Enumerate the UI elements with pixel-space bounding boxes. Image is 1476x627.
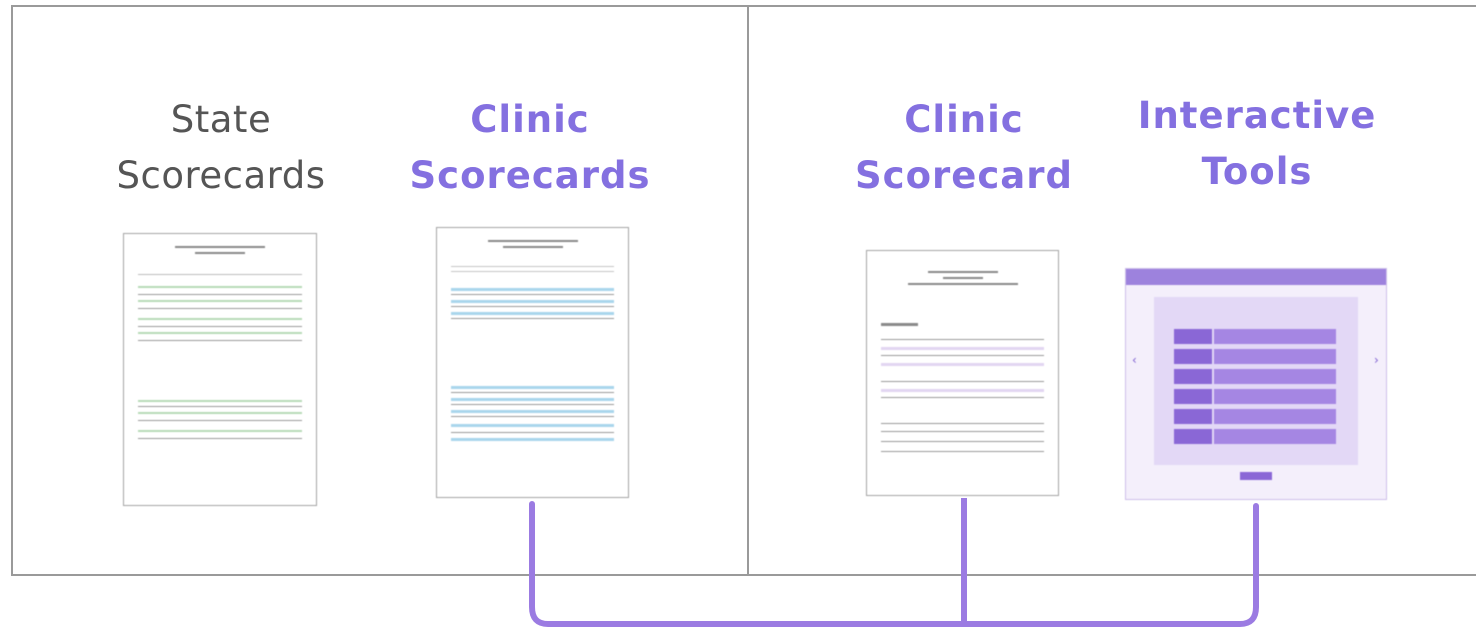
connector-bracket	[529, 498, 1259, 627]
